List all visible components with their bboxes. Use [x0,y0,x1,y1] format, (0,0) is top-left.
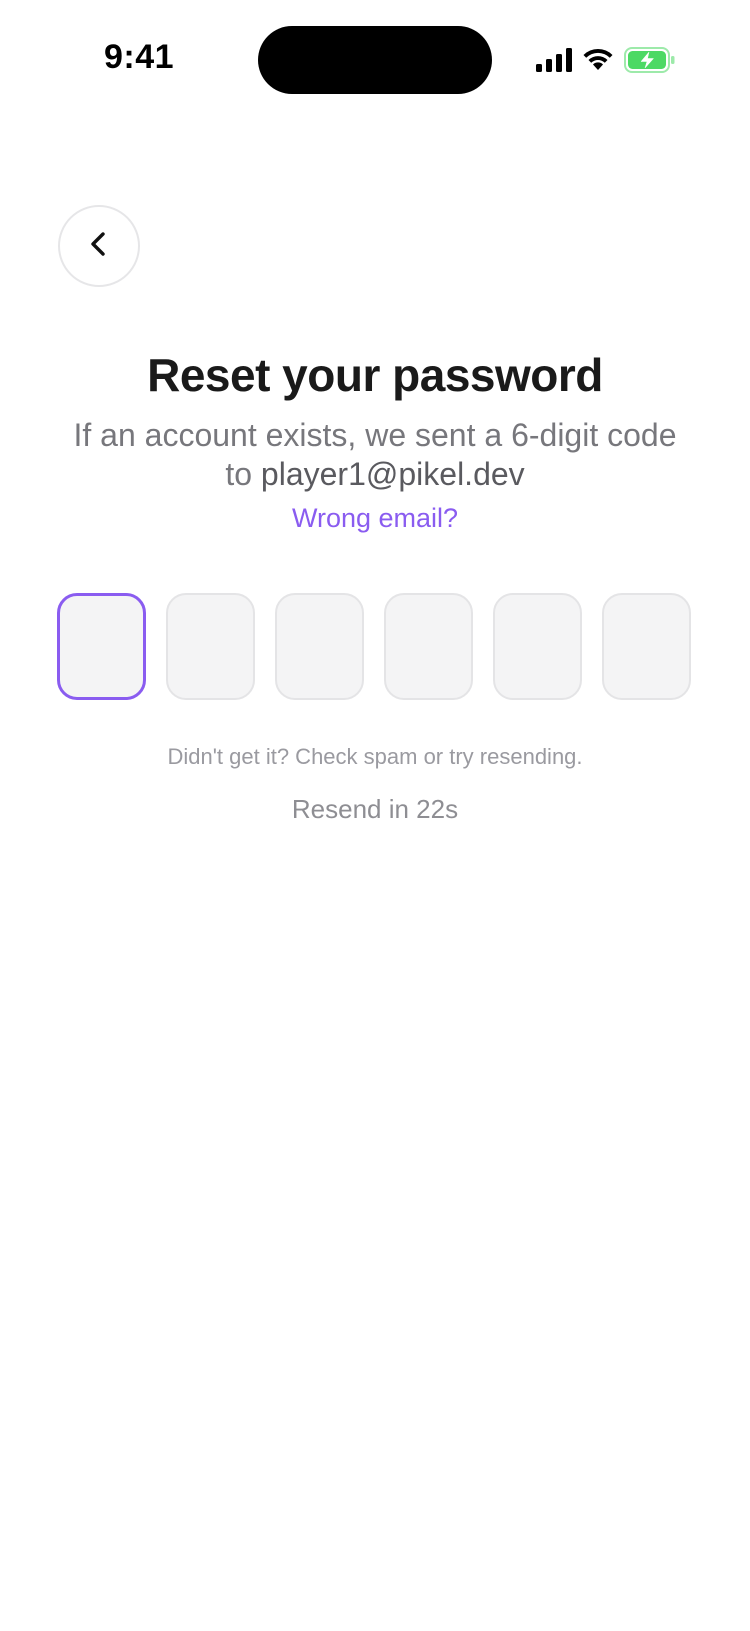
otp-digit-5[interactable] [493,593,582,700]
back-button[interactable] [58,205,140,287]
resend-countdown: Resend in 22s [291,794,459,824]
otp-digit-1[interactable] [57,593,146,700]
wifi-icon [582,48,614,72]
chevron-left-icon [84,229,114,264]
status-icons [536,44,676,76]
battery-charging-icon [624,47,676,73]
otp-digit-2[interactable] [166,593,255,700]
otp-digit-6[interactable] [602,593,691,700]
otp-digit-3[interactable] [275,593,364,700]
email-address: player1@pikel.dev [260,456,525,492]
subtitle: If an account exists, we sent a 6-digit … [60,416,690,494]
dynamic-island [258,26,492,94]
status-time: 9:41 [104,38,175,76]
wrong-email-link[interactable]: Wrong email? [0,503,750,534]
cellular-signal-icon [536,48,572,72]
otp-digit-4[interactable] [384,593,473,700]
resend-hint: Didn't get it? Check spam or try resendi… [167,744,583,769]
otp-input-group [57,593,691,700]
page-title: Reset your password [147,349,603,401]
